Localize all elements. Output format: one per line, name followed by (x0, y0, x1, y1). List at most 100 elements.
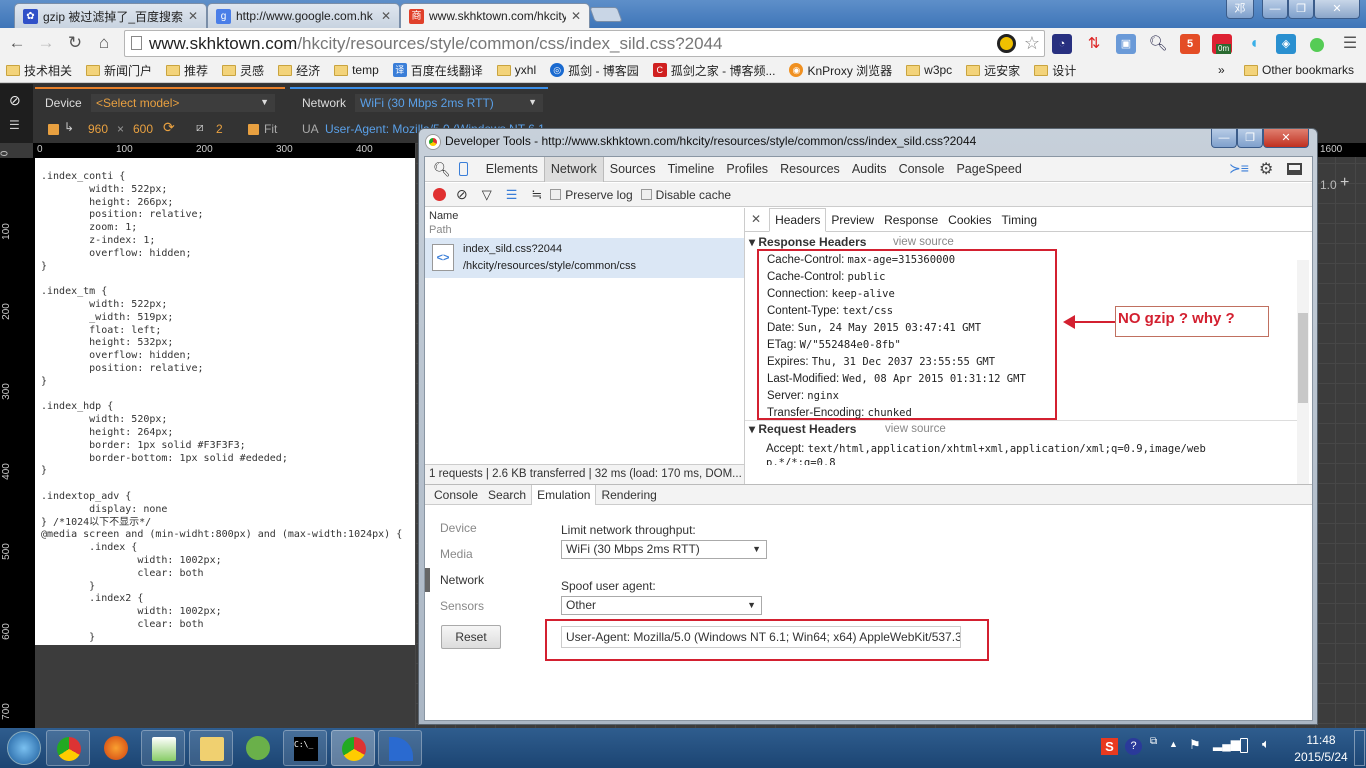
spoof-user-agent-select[interactable]: Other ▼ (561, 596, 762, 615)
close-details-icon[interactable]: ✕ (745, 212, 769, 231)
bookmark-folder[interactable]: 灵感 (222, 62, 264, 79)
tab-preview[interactable]: Preview (826, 209, 879, 231)
bookmark-folder[interactable]: w3pc (906, 63, 952, 77)
bookmark-link[interactable]: ◎ 孤剑 - 博客园 (550, 62, 639, 79)
record-icon[interactable] (433, 188, 446, 201)
bookmark-folder[interactable]: 推荐 (166, 62, 208, 79)
response-headers-toggle[interactable]: ▾ Response Headers (749, 235, 866, 249)
ghost-icon[interactable] (997, 34, 1016, 53)
tab-response[interactable]: Response (879, 209, 943, 231)
tab-elements[interactable]: Elements (480, 157, 544, 182)
drawer-tab-emulation[interactable]: Emulation (531, 485, 597, 505)
pixel-ratio-input[interactable]: 2 (216, 122, 223, 136)
close-window-button[interactable]: ✕ (1314, 0, 1360, 19)
limit-throughput-select[interactable]: WiFi (30 Mbps 2ms RTT) ▼ (561, 540, 767, 559)
emulation-nav-media[interactable]: Media (440, 547, 473, 561)
bookmarks-overflow-button[interactable]: » (1218, 63, 1225, 77)
wifi-icon[interactable]: ◖ (1244, 34, 1264, 54)
request-view-source-link[interactable]: view source (885, 423, 946, 435)
clock-time[interactable]: 11:48 (1292, 733, 1350, 747)
resolution-checkbox[interactable] (48, 124, 59, 135)
tab-console[interactable]: Console (893, 157, 951, 182)
help-icon[interactable]: ? (1125, 738, 1142, 755)
devtools-close-button[interactable]: ✕ (1263, 129, 1309, 148)
action-center-flag-icon[interactable]: ⚑ (1189, 737, 1201, 753)
tab-audits[interactable]: Audits (846, 157, 893, 182)
taskbar-app-firefox[interactable] (94, 730, 138, 766)
browser-tab[interactable]: ✿ gzip 被过滤掉了_百度搜索 ✕ (14, 3, 207, 28)
device-mode-icon[interactable] (458, 162, 468, 176)
request-headers-toggle[interactable]: ▾ Request Headers (749, 422, 856, 436)
disable-emulation-icon[interactable]: ⊘ (9, 92, 21, 109)
bookmark-folder[interactable]: 设计 (1034, 62, 1076, 79)
forward-icon[interactable]: → (36, 33, 56, 53)
fit-checkbox[interactable] (248, 124, 259, 135)
clock-date[interactable]: 2015/5/24 (1288, 750, 1354, 764)
width-input[interactable]: 960 (88, 122, 108, 136)
user-agent-input[interactable]: User-Agent: Mozilla/5.0 (Windows NT 6.1;… (561, 626, 961, 648)
display-icon[interactable]: ⧉ (1150, 736, 1157, 747)
tab-cookies[interactable]: Cookies (943, 209, 996, 231)
network-throttle-select[interactable]: WiFi (30 Mbps 2ms RTT) ▼ (355, 94, 543, 112)
tab-headers[interactable]: Headers (769, 208, 827, 232)
other-bookmarks[interactable]: Other bookmarks (1244, 63, 1354, 77)
bookmark-folder[interactable]: 技术相关 (6, 62, 72, 79)
column-name[interactable]: Name (429, 210, 458, 222)
minimize-button[interactable]: — (1262, 0, 1288, 19)
taskbar-app-cmd[interactable]: C:\_ (283, 730, 327, 766)
scrollbar-thumb[interactable] (1298, 313, 1308, 403)
timer-icon[interactable]: 0m (1212, 34, 1232, 54)
devtools-minimize-button[interactable]: — (1211, 129, 1237, 148)
swap-dimensions-icon[interactable]: ⟳ (163, 119, 175, 136)
request-row[interactable]: <> index_sild.css?2044 /hkcity/resources… (425, 238, 744, 278)
drawer-console-icon[interactable]: ≻≡ (1229, 160, 1249, 177)
column-path[interactable]: Path (429, 224, 452, 236)
taskbar-app-chrome-active[interactable] (331, 730, 375, 766)
sogou-ime-icon[interactable]: S (1101, 738, 1118, 755)
tab-resources[interactable]: Resources (774, 157, 846, 182)
network-signal-icon[interactable]: ▂▄▆ (1213, 737, 1240, 751)
address-bar[interactable]: www.skhktown.com/hkcity/resources/style/… (124, 30, 1045, 57)
bookmark-link[interactable]: ◉ KnProxy 浏览器 (789, 62, 892, 79)
devtools-maximize-button[interactable]: ❐ (1237, 129, 1263, 148)
drawer-tab-console[interactable]: Console (429, 485, 483, 505)
browser-tab[interactable]: g http://www.google.com.hk ✕ (207, 3, 400, 28)
show-hidden-icons[interactable]: ▲ (1169, 739, 1178, 749)
settings-gear-icon[interactable]: ⚙ (1259, 159, 1273, 179)
emulation-nav-sensors[interactable]: Sensors (440, 599, 484, 613)
bookmark-link[interactable]: 译百度在线翻译 (392, 62, 483, 79)
show-desktop-button[interactable] (1354, 730, 1365, 766)
speed-icon[interactable]: ◔ (1052, 34, 1072, 54)
details-scrollbar[interactable] (1297, 260, 1309, 484)
menu-icon[interactable]: ☰ (1340, 34, 1360, 54)
height-input[interactable]: 600 (133, 122, 153, 136)
overview-icon[interactable]: ≒ (531, 187, 542, 203)
drawer-tab-search[interactable]: Search (483, 485, 531, 505)
bookmark-folder[interactable]: temp (334, 63, 379, 77)
taskbar-app-chrome[interactable] (46, 730, 90, 766)
search-help-icon[interactable]: 🔍︎ (1148, 34, 1168, 54)
new-tab-button[interactable] (589, 7, 623, 22)
response-view-source-link[interactable]: view source (893, 236, 954, 248)
taskbar-app-explorer[interactable] (189, 730, 233, 766)
reload-icon[interactable]: ↻ (65, 33, 85, 53)
arrows-icon[interactable]: ⇅ (1084, 34, 1104, 54)
taskbar-app-notepad-plus[interactable] (141, 730, 185, 766)
volume-icon[interactable]: 🔈︎ (1262, 736, 1270, 752)
browser-tab-active[interactable]: 商 www.skhktown.com/hkcity ✕ (400, 3, 590, 28)
back-icon[interactable]: ← (7, 33, 27, 53)
taskbar-app-spring[interactable] (236, 730, 280, 766)
start-button[interactable] (7, 731, 41, 765)
bookmark-link[interactable]: C 孤剑之家 - 博客频... (652, 62, 775, 79)
tab-network[interactable]: Network (543, 156, 604, 182)
tab-pagespeed[interactable]: PageSpeed (950, 157, 1027, 182)
html5-icon[interactable]: 5 (1180, 34, 1200, 54)
maximize-button[interactable]: ❐ (1288, 0, 1314, 19)
close-tab-icon[interactable]: ✕ (381, 9, 391, 23)
battery-icon[interactable] (1240, 738, 1248, 753)
close-tab-icon[interactable]: ✕ (188, 9, 198, 23)
dock-icon[interactable] (1287, 163, 1302, 175)
zoom-in-button[interactable]: + (1340, 174, 1349, 192)
tab-profiles[interactable]: Profiles (720, 157, 774, 182)
drawer-toggle-icon[interactable]: ☰ (9, 118, 20, 132)
